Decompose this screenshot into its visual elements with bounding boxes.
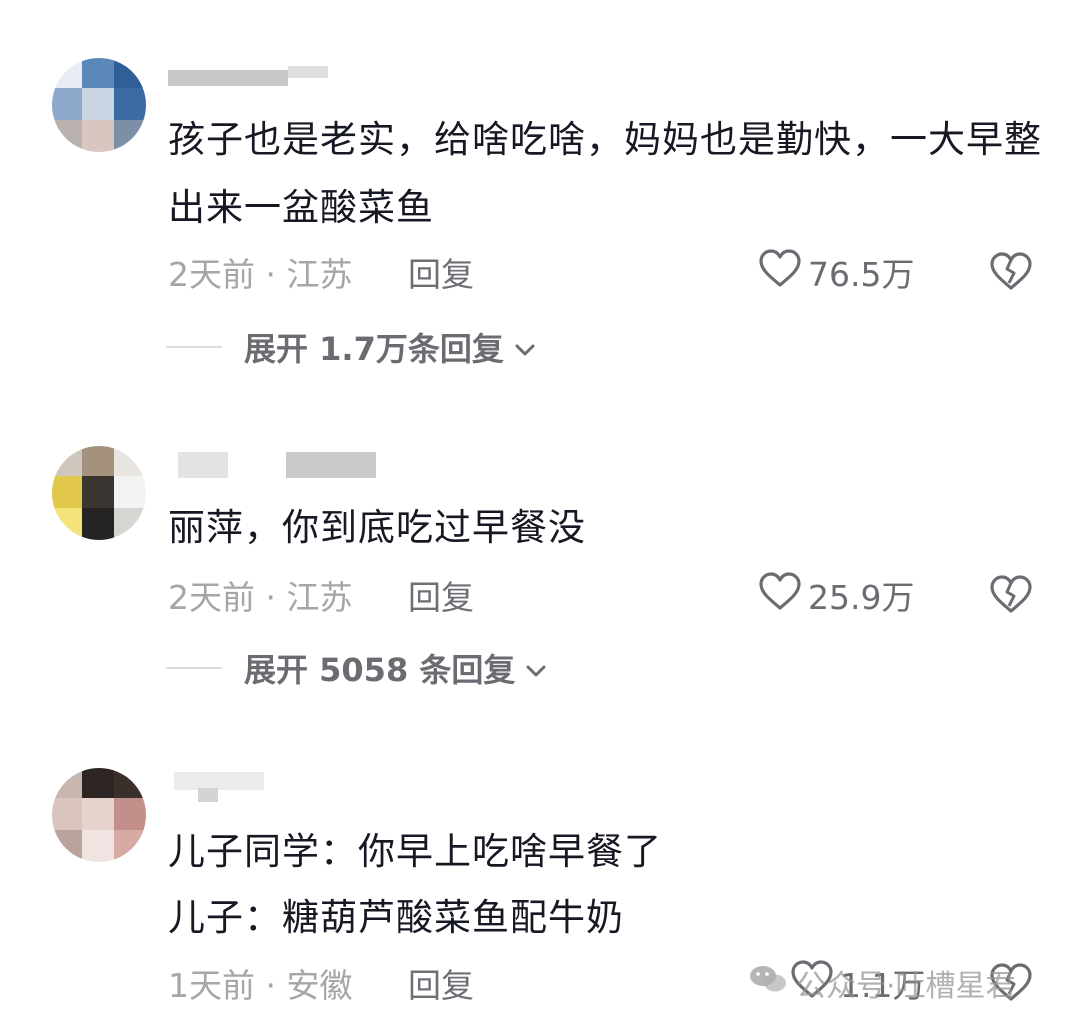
like-count: 76.5万 (808, 255, 915, 294)
watermark: 公众号·吐槽星君 (748, 958, 1016, 1008)
watermark-label: 公众号·吐槽星君 (796, 969, 1016, 1004)
dislike-button[interactable] (988, 250, 1034, 296)
wechat-icon (748, 963, 788, 1003)
comment-meta: 2天前 · 江苏 回复 (168, 247, 1080, 297)
chevron-down-icon (514, 328, 536, 366)
heart-outline-icon (758, 248, 802, 296)
broken-heart-icon (988, 252, 1034, 296)
avatar[interactable] (52, 768, 146, 862)
broken-heart-icon (988, 575, 1034, 619)
divider-line (166, 346, 222, 348)
comment-text: 孩子也是老实，给啥吃啥，妈妈也是勤快，一大早整出来一盆酸菜鱼 (168, 118, 1042, 229)
comment-time-location: 1天前 · 安徽 (168, 966, 353, 1005)
comment-time-location: 2天前 · 江苏 (168, 578, 353, 617)
expand-replies-label: 展开 5058 条回复 (244, 651, 516, 689)
heart-outline-icon (758, 571, 802, 619)
dislike-button[interactable] (988, 573, 1034, 619)
chevron-down-icon (525, 649, 547, 687)
reply-button[interactable]: 回复 (408, 571, 474, 619)
divider-line (166, 667, 222, 669)
like-button[interactable]: 25.9万 (758, 570, 914, 620)
like-count: 25.9万 (808, 578, 915, 617)
reply-button[interactable]: 回复 (408, 248, 474, 296)
expand-replies-button[interactable]: 展开 5058 条回复 (166, 643, 547, 693)
avatar[interactable] (52, 446, 146, 540)
username-pixelated[interactable] (168, 448, 388, 478)
expand-replies-button[interactable]: 展开 1.7万条回复 (166, 322, 536, 372)
reply-button[interactable]: 回复 (408, 959, 474, 1007)
like-button[interactable]: 76.5万 (758, 247, 914, 297)
username-pixelated[interactable] (168, 770, 288, 802)
avatar[interactable] (52, 58, 146, 152)
username-pixelated[interactable] (168, 62, 338, 92)
comment-line: 儿子同学：你早上吃啥早餐了 (168, 830, 662, 873)
comment-meta: 2天前 · 江苏 回复 (168, 570, 1080, 620)
expand-replies-label: 展开 1.7万条回复 (244, 330, 504, 368)
comment-text: 丽萍，你到底吃过早餐没 (168, 506, 586, 549)
comment-line: 儿子：糖葫芦酸菜鱼配牛奶 (168, 896, 624, 939)
comment-time-location: 2天前 · 江苏 (168, 255, 353, 294)
